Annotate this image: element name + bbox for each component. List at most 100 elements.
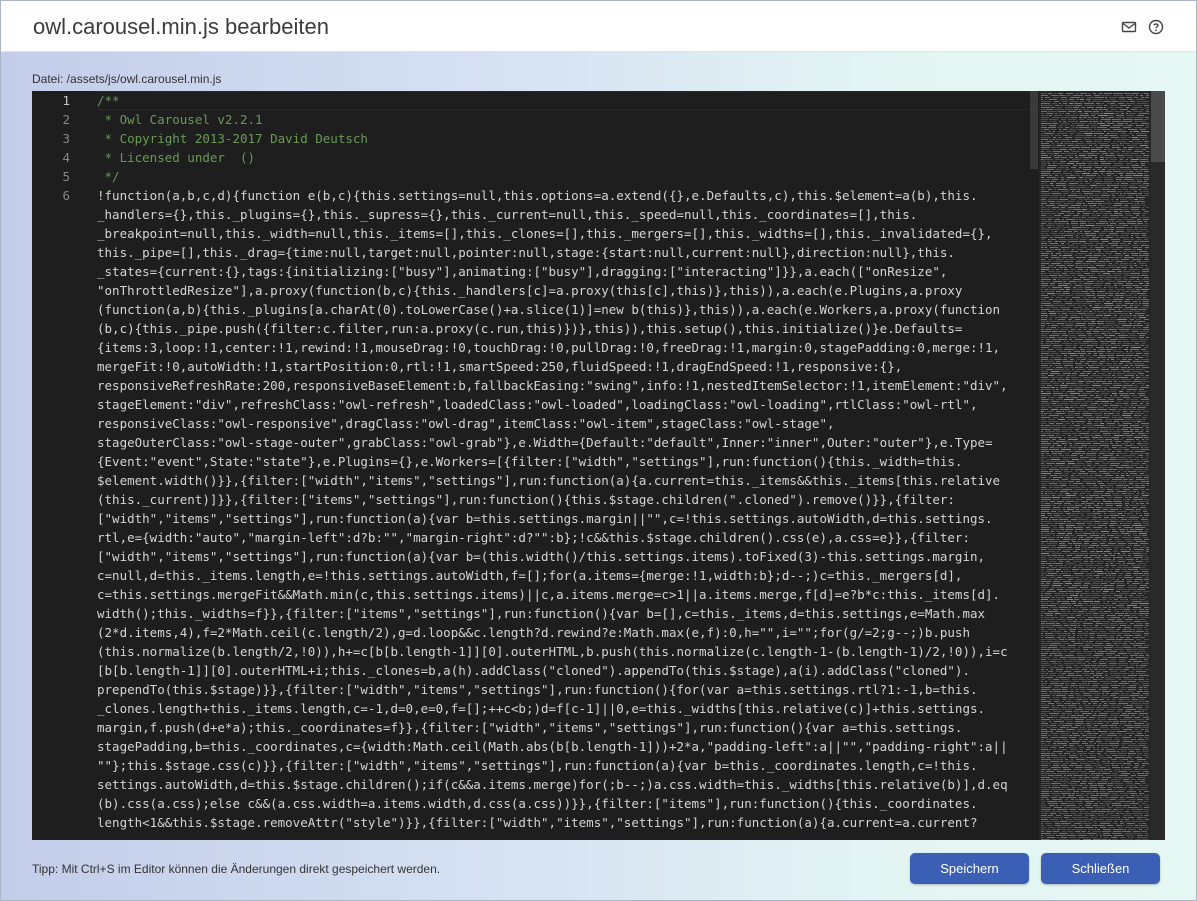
minimap-mark	[1053, 699, 1060, 700]
minimap-mark	[1119, 317, 1121, 318]
minimap-mark	[1101, 625, 1109, 626]
mail-icon[interactable]	[1121, 19, 1137, 35]
minimap-mark	[1062, 379, 1064, 380]
minimap-mark	[1131, 657, 1133, 658]
vertical-scrollbar[interactable]	[1030, 91, 1038, 169]
minimap-mark	[1077, 129, 1084, 130]
minimap-mark	[1075, 489, 1085, 490]
minimap-mark	[1075, 299, 1084, 300]
minimap-mark	[1058, 645, 1065, 646]
minimap-mark	[1064, 287, 1070, 288]
minimap-mark	[1072, 585, 1081, 586]
minimap-mark	[1062, 551, 1070, 552]
minimap-mark	[1056, 697, 1059, 698]
help-icon[interactable]	[1148, 19, 1164, 35]
minimap-mark	[1049, 655, 1052, 656]
minimap-mark	[1088, 117, 1091, 118]
minimap-mark	[1073, 661, 1082, 662]
minimap-mark	[1138, 433, 1145, 434]
minimap-mark	[1041, 281, 1044, 282]
minimap-mark	[1129, 751, 1134, 752]
minimap-mark	[1085, 643, 1093, 644]
minimap-mark	[1109, 513, 1117, 514]
minimap-mark	[1086, 497, 1093, 498]
minimap-mark	[1103, 595, 1111, 596]
minimap-mark	[1041, 141, 1043, 142]
minimap-mark	[1137, 493, 1139, 494]
minimap-mark	[1053, 137, 1056, 138]
minimap-mark	[1119, 565, 1128, 566]
minimap-mark	[1041, 399, 1049, 400]
minimap-mark	[1070, 771, 1076, 772]
minimap-mark	[1127, 253, 1129, 254]
minimap-mark	[1094, 711, 1101, 712]
minimap-mark	[1063, 433, 1071, 434]
minimap-mark	[1058, 437, 1061, 438]
minimap-mark	[1105, 675, 1108, 676]
minimap-mark	[1083, 377, 1093, 378]
minimap-mark	[1087, 423, 1092, 424]
minimap-mark	[1041, 373, 1048, 374]
minimap-mark	[1071, 315, 1078, 316]
minimap-mark	[1096, 577, 1099, 578]
minimap-mark	[1065, 303, 1072, 304]
minimap-mark	[1078, 189, 1080, 190]
minimap-mark	[1086, 677, 1089, 678]
minimap-mark	[1142, 683, 1149, 684]
minimap-mark	[1117, 511, 1127, 512]
minimap-mark	[1057, 589, 1063, 590]
minimap-mark	[1124, 441, 1131, 442]
minimap-mark	[1048, 207, 1050, 208]
minimap-mark	[1071, 715, 1076, 716]
minimap-mark	[1145, 555, 1147, 556]
minimap-mark	[1087, 747, 1091, 748]
code-text-area[interactable]: /** * Owl Carousel v2.2.1 * Copyright 20…	[97, 91, 1035, 840]
minimap-mark	[1094, 759, 1100, 760]
minimap-mark	[1070, 171, 1072, 172]
code-editor[interactable]: 1 2 3 4 5 6 /** * Owl Carousel v2.2.1 * …	[32, 91, 1165, 840]
minimap-mark	[1045, 405, 1050, 406]
minimap-mark	[1062, 257, 1067, 258]
minimap-mark	[1050, 129, 1056, 130]
minimap-mark	[1065, 517, 1071, 518]
minimap-mark	[1090, 797, 1097, 798]
minimap-mark	[1083, 475, 1088, 476]
minimap-mark	[1087, 349, 1091, 350]
minimap-mark	[1120, 167, 1130, 168]
minimap-mark	[1142, 535, 1147, 536]
minimap-mark	[1065, 655, 1074, 656]
minimap-mark	[1053, 391, 1059, 392]
minimap-mark	[1136, 125, 1144, 126]
minimap-mark	[1085, 637, 1087, 638]
minimap-mark	[1079, 177, 1083, 178]
minimap-mark	[1120, 105, 1127, 106]
minimap-mark	[1077, 233, 1083, 234]
minimap-mark	[1119, 775, 1128, 776]
minimap-mark	[1139, 513, 1141, 514]
minimap-mark	[1076, 323, 1086, 324]
minimap-mark	[1107, 271, 1115, 272]
minimap-mark	[1045, 425, 1050, 426]
minimap-mark	[1068, 481, 1074, 482]
minimap-mark	[1106, 777, 1111, 778]
minimap-mark	[1128, 251, 1136, 252]
minimap-mark	[1084, 675, 1090, 676]
minimap-mark	[1053, 581, 1060, 582]
minimap-mark	[1114, 209, 1122, 210]
minimap[interactable]	[1039, 91, 1151, 840]
minimap-mark	[1118, 377, 1128, 378]
minimap-mark	[1118, 513, 1122, 514]
minimap-mark	[1095, 109, 1098, 110]
minimap-mark	[1099, 661, 1104, 662]
minimap-mark	[1041, 749, 1048, 750]
minimap-mark	[1063, 653, 1065, 654]
minimap-mark	[1118, 313, 1128, 314]
minimap-mark	[1130, 759, 1134, 760]
minimap-mark	[1108, 399, 1114, 400]
minimap-mark	[1075, 709, 1083, 710]
minimap-mark	[1089, 545, 1099, 546]
minimap-mark	[1101, 333, 1106, 334]
minimap-mark	[1117, 731, 1127, 732]
minimap-mark	[1097, 665, 1107, 666]
minimap-mark	[1084, 671, 1090, 672]
